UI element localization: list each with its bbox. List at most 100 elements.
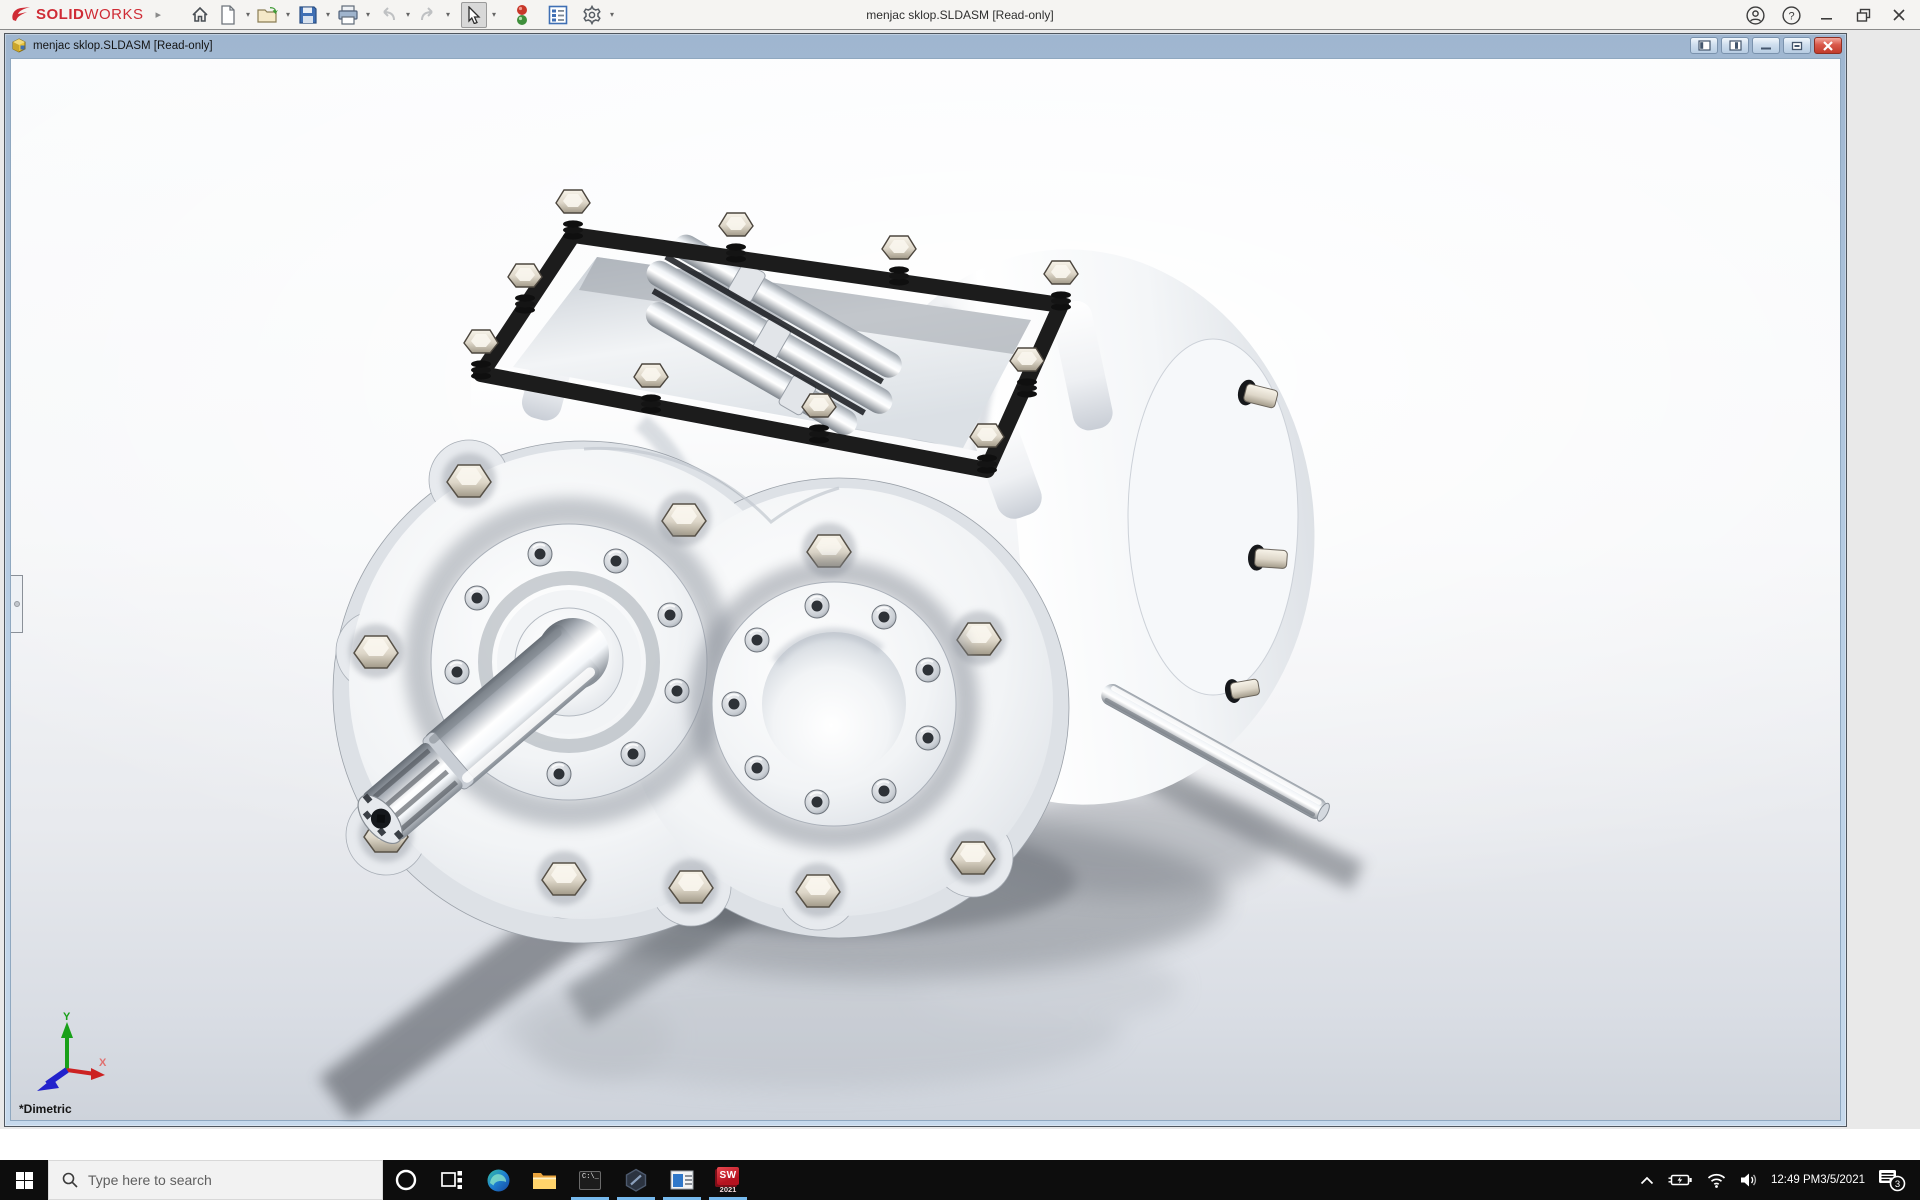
tray-overflow-button[interactable] (1633, 1160, 1661, 1200)
document-titlebar[interactable]: menjac sklop.SLDASM [Read-only] (5, 34, 1846, 57)
window-app-button[interactable] (659, 1160, 705, 1200)
help-button[interactable]: ? (1776, 2, 1806, 28)
undo-button[interactable] (375, 2, 401, 28)
options-list-icon (548, 5, 568, 24)
cortana-icon (395, 1169, 417, 1191)
minimize-icon (1821, 18, 1832, 20)
app-titlebar: SOLIDWORKS ▸ ▾ ▾ ▾ ▾ ▾ ▾ ▾ ▾ menjac sklo… (0, 0, 1920, 30)
cortana-button[interactable] (383, 1160, 429, 1200)
reference-triad: Y X (37, 1011, 107, 1091)
select-dropdown[interactable]: ▾ (489, 10, 499, 19)
minimize-button[interactable] (1812, 2, 1842, 28)
pane-left-icon (1697, 40, 1711, 51)
solidworks-2021-icon: SW 2021 (717, 1166, 739, 1194)
triad-y-label: Y (63, 1011, 71, 1023)
doc-close-button[interactable] (1814, 37, 1842, 54)
triad-x-label: X (99, 1057, 107, 1069)
search-placeholder: Type here to search (88, 1172, 212, 1188)
pane-right-button[interactable] (1721, 37, 1749, 54)
restore-icon (1856, 8, 1870, 22)
home-button[interactable] (187, 2, 213, 28)
taskbar-search-input[interactable]: Type here to search (48, 1160, 383, 1200)
undo-icon (383, 6, 396, 20)
undo-dropdown[interactable]: ▾ (403, 10, 413, 19)
document-window-controls (1690, 37, 1842, 54)
tab-grip-dot (13, 601, 20, 607)
solidworks-logo: SOLIDWORKS ▸ (0, 0, 169, 29)
mdi-area: menjac sklop.SLDASM [Read-only] Y X *Dim… (0, 31, 1920, 1129)
tray-date: 3/5/2021 (1820, 1174, 1865, 1186)
action-center-button[interactable]: 3 (1871, 1160, 1920, 1200)
battery-status-button[interactable] (1661, 1160, 1700, 1200)
doc-minimize-button[interactable] (1752, 37, 1780, 54)
options-list-button[interactable] (545, 2, 571, 28)
settings-dropdown[interactable]: ▾ (607, 10, 617, 19)
file-explorer-icon (532, 1172, 556, 1189)
print-button[interactable] (335, 2, 361, 28)
taskbar: Type here to search C:\_ SW 2021 12:49 P… (0, 1160, 1920, 1200)
select-cursor-icon (468, 5, 481, 24)
assembly-document-icon (12, 38, 26, 53)
save-button[interactable] (295, 2, 321, 28)
notification-icon: 3 (1879, 1170, 1906, 1192)
doc-restore-button[interactable] (1783, 37, 1811, 54)
task-view-button[interactable] (429, 1160, 475, 1200)
feature-manager-collapsed-tab[interactable] (11, 575, 23, 633)
redo-dropdown[interactable]: ▾ (443, 10, 453, 19)
tray-time: 12:49 PM (1771, 1174, 1821, 1186)
file-explorer-button[interactable] (521, 1160, 567, 1200)
save-icon (299, 5, 317, 24)
select-tool-button[interactable] (461, 1, 488, 28)
redo-icon (421, 6, 433, 20)
svg-text:?: ? (1788, 10, 1794, 22)
wifi-icon (1707, 1173, 1726, 1188)
graphics-viewport[interactable]: Y X *Dimetric (10, 58, 1841, 1121)
gearbox-assembly-model (319, 189, 1364, 1121)
volume-button[interactable] (1733, 1160, 1765, 1200)
network-status-button[interactable] (1700, 1160, 1733, 1200)
account-button[interactable] (1740, 2, 1770, 28)
open-folder-icon (257, 6, 279, 23)
brand-text: SOLIDWORKS (36, 6, 144, 23)
taskbar-apps: C:\_ SW 2021 (383, 1160, 751, 1200)
clock[interactable]: 12:49 PM 3/5/2021 (1765, 1160, 1871, 1200)
new-document-button[interactable] (215, 2, 241, 28)
help-icon: ? (1781, 5, 1801, 25)
doc-close-icon (1823, 40, 1833, 51)
restore-button[interactable] (1848, 2, 1878, 28)
gear-icon (583, 4, 601, 25)
new-dropdown[interactable]: ▾ (243, 10, 253, 19)
solidworks-mark-icon (12, 6, 30, 21)
new-document-icon (221, 4, 235, 25)
open-button[interactable] (255, 2, 281, 28)
hex-app-button[interactable] (613, 1160, 659, 1200)
home-icon (192, 6, 208, 22)
close-button[interactable] (1884, 2, 1914, 28)
app-window-controls: ? (1740, 0, 1914, 30)
status-bar (0, 1129, 1920, 1160)
edge-button[interactable] (475, 1160, 521, 1200)
document-window: menjac sklop.SLDASM [Read-only] Y X *Dim… (4, 33, 1847, 1127)
battery-charging-icon (1668, 1174, 1692, 1186)
view-orientation-label: *Dimetric (19, 1102, 72, 1116)
speaker-icon (1741, 1173, 1757, 1187)
doc-minimize-icon (1761, 47, 1771, 49)
notification-count-badge: 3 (1895, 1179, 1900, 1190)
settings-button[interactable] (579, 2, 605, 28)
secondary-bearing-cover (689, 559, 979, 849)
front-flange (332, 439, 1070, 944)
command-prompt-button[interactable]: C:\_ (567, 1160, 613, 1200)
resource-monitor-button[interactable] (509, 2, 535, 28)
user-icon (1745, 5, 1765, 25)
save-dropdown[interactable]: ▾ (323, 10, 333, 19)
start-button[interactable] (0, 1160, 48, 1200)
solidworks-taskbar-button[interactable]: SW 2021 (705, 1160, 751, 1200)
redo-button[interactable] (415, 2, 441, 28)
command-prompt-icon: C:\_ (579, 1170, 601, 1190)
brand-works: WORKS (84, 6, 144, 23)
brand-expand-arrow-icon[interactable]: ▸ (156, 8, 162, 21)
print-dropdown[interactable]: ▾ (363, 10, 373, 19)
pane-left-button[interactable] (1690, 37, 1718, 54)
open-dropdown[interactable]: ▾ (283, 10, 293, 19)
brand-solid: SOLID (36, 6, 85, 23)
